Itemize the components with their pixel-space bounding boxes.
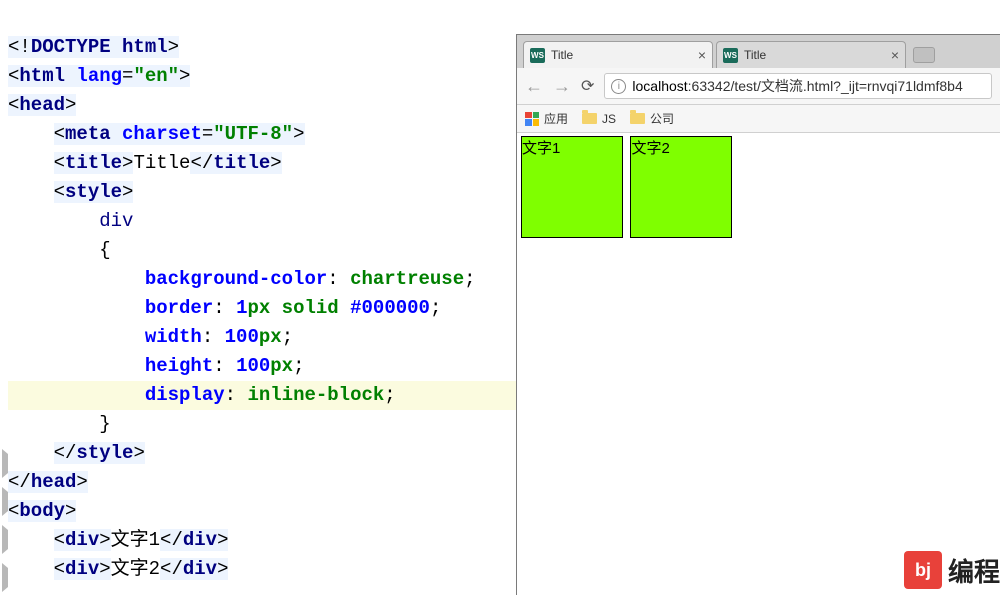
code-token: display bbox=[145, 384, 225, 406]
new-tab-button[interactable] bbox=[913, 47, 935, 63]
fold-icon[interactable] bbox=[2, 563, 12, 592]
bookmark-label: JS bbox=[602, 112, 616, 126]
site-info-icon[interactable]: i bbox=[611, 79, 626, 94]
favicon-icon: WS bbox=[530, 48, 545, 63]
code-token: div bbox=[183, 529, 217, 551]
code-token: div bbox=[99, 210, 133, 232]
watermark: bj 编程 bbox=[904, 551, 1000, 589]
code-token: } bbox=[99, 413, 110, 435]
folder-icon bbox=[582, 113, 597, 124]
bookmarks-bar: 应用 JS 公司 bbox=[517, 105, 1000, 133]
code-token: = bbox=[122, 65, 133, 87]
code-token: { bbox=[99, 239, 110, 261]
browser-tab-active[interactable]: WS Title × bbox=[523, 41, 713, 68]
fold-icon[interactable] bbox=[2, 449, 12, 478]
code-token: chartreuse bbox=[350, 268, 464, 290]
code-token: px bbox=[270, 355, 293, 377]
code-token: div bbox=[65, 529, 99, 551]
tab-title: Title bbox=[551, 48, 573, 62]
code-token: 文字2 bbox=[111, 558, 160, 580]
code-token: "UTF-8" bbox=[213, 123, 293, 145]
code-token: body bbox=[19, 500, 65, 522]
code-token: html bbox=[122, 36, 168, 58]
code-token: 1 bbox=[236, 297, 247, 319]
folder-icon bbox=[630, 113, 645, 124]
code-token: DOCTYPE bbox=[31, 36, 122, 58]
fold-icon[interactable] bbox=[2, 487, 12, 516]
code-token: 100 bbox=[236, 355, 270, 377]
url-host: localhost bbox=[632, 78, 687, 94]
code-token: Title bbox=[133, 152, 190, 174]
code-token: charset bbox=[122, 123, 202, 145]
apps-button[interactable]: 应用 bbox=[525, 110, 568, 127]
demo-box-1: 文字1 bbox=[521, 136, 623, 238]
code-editor[interactable]: <!DOCTYPE html> <html lang="en"> <head> … bbox=[0, 0, 516, 595]
forward-icon[interactable]: → bbox=[553, 76, 571, 97]
code-token: meta bbox=[65, 123, 122, 145]
code-token: height bbox=[145, 355, 213, 377]
code-token: <! bbox=[8, 36, 31, 58]
code-token: style bbox=[76, 442, 133, 464]
watermark-text: 编程 bbox=[948, 552, 1000, 589]
code-token: inline-block bbox=[247, 384, 384, 406]
code-token: style bbox=[65, 181, 122, 203]
code-token: width bbox=[145, 326, 202, 348]
favicon-icon: WS bbox=[723, 48, 738, 63]
bookmark-folder-js[interactable]: JS bbox=[582, 112, 616, 126]
apps-label: 应用 bbox=[544, 110, 568, 127]
code-content[interactable]: <!DOCTYPE html> <html lang="en"> <head> … bbox=[8, 4, 516, 584]
code-token: 100 bbox=[225, 326, 259, 348]
code-token: "en" bbox=[133, 65, 179, 87]
code-token: > bbox=[168, 36, 179, 58]
url-path: :63342/test/文档流.html?_ijt=rnvqi71ldmf8b4 bbox=[688, 76, 963, 96]
bookmark-folder-company[interactable]: 公司 bbox=[630, 110, 674, 127]
reload-icon[interactable]: ⟳ bbox=[581, 76, 594, 96]
demo-box-2: 文字2 bbox=[630, 136, 732, 238]
code-token: lang bbox=[76, 65, 122, 87]
code-token: html bbox=[19, 65, 76, 87]
apps-icon bbox=[525, 112, 539, 126]
tab-strip: WS Title × WS Title × bbox=[517, 35, 1000, 68]
code-token: px bbox=[247, 297, 270, 319]
bookmark-label: 公司 bbox=[650, 110, 674, 127]
code-token: 文字1 bbox=[111, 529, 160, 551]
address-bar[interactable]: i localhost:63342/test/文档流.html?_ijt=rnv… bbox=[604, 73, 992, 99]
code-token: border bbox=[145, 297, 213, 319]
close-icon[interactable]: × bbox=[698, 47, 706, 63]
code-token: head bbox=[31, 471, 77, 493]
fold-icon[interactable] bbox=[2, 525, 12, 554]
close-icon[interactable]: × bbox=[891, 47, 899, 63]
code-token: title bbox=[65, 152, 122, 174]
code-token: solid bbox=[270, 297, 350, 319]
editor-gutter bbox=[0, 440, 10, 592]
browser-window: WS Title × WS Title × ← → ⟳ i localhost:… bbox=[516, 34, 1000, 595]
tab-title: Title bbox=[744, 48, 766, 62]
browser-tab[interactable]: WS Title × bbox=[716, 41, 906, 68]
back-icon[interactable]: ← bbox=[525, 76, 543, 97]
code-token: title bbox=[213, 152, 270, 174]
code-token: #000000 bbox=[350, 297, 430, 319]
watermark-badge-icon: bj bbox=[904, 551, 942, 589]
page-viewport: 文字1 文字2 bbox=[517, 133, 1000, 241]
code-token: div bbox=[183, 558, 217, 580]
browser-toolbar: ← → ⟳ i localhost:63342/test/文档流.html?_i… bbox=[517, 68, 1000, 105]
code-token: background-color bbox=[145, 268, 327, 290]
code-token: head bbox=[19, 94, 65, 116]
code-token: px bbox=[259, 326, 282, 348]
code-token: div bbox=[65, 558, 99, 580]
